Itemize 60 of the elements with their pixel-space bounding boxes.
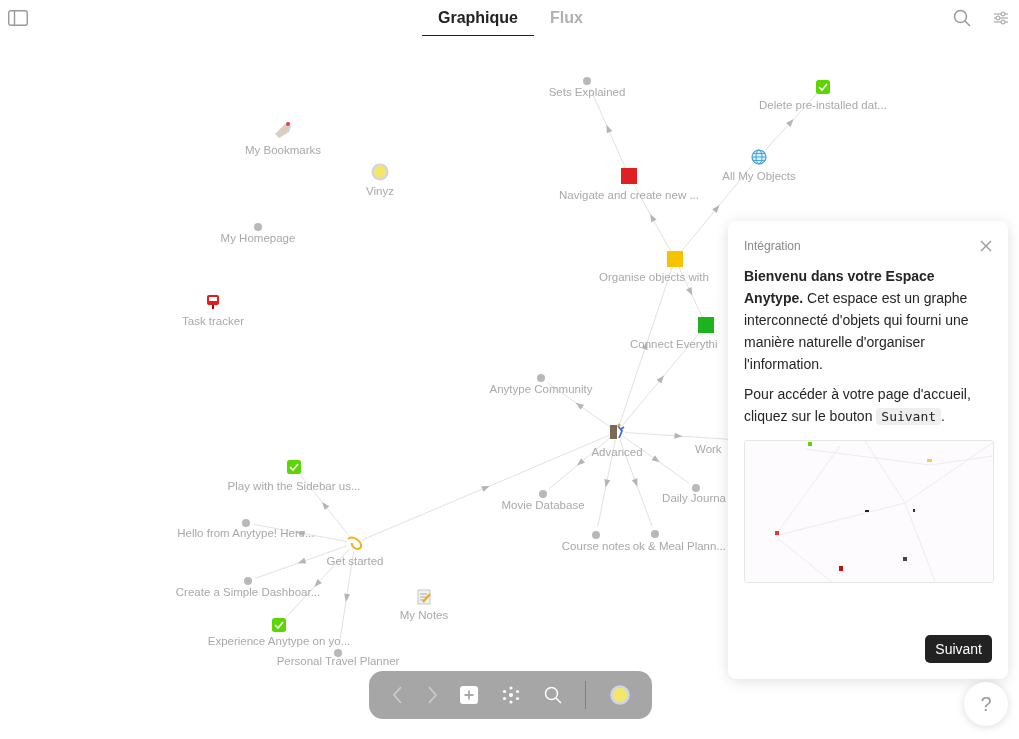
globe-icon[interactable]	[751, 149, 767, 165]
node-label: Daily Journa	[662, 492, 726, 504]
node-label: Course notes	[561, 540, 631, 552]
node-label: Anytype Community	[489, 383, 593, 395]
node-label: Sets Explained	[548, 86, 626, 98]
node-label: Delete pre-installed dat...	[759, 99, 887, 111]
node-label: Hello from Anytype! Here...	[177, 527, 315, 539]
graph-icon[interactable]	[501, 686, 520, 704]
node-label: Task tracker	[182, 315, 244, 327]
graph-node[interactable]	[539, 490, 547, 498]
add-icon[interactable]	[460, 686, 479, 704]
node-label: Organise objects with	[599, 271, 709, 283]
sidebar-toggle-icon[interactable]	[8, 10, 28, 26]
node-label: Personal Travel Planner	[276, 655, 400, 667]
view-tab[interactable]: Graphique	[422, 0, 534, 36]
node-label: Movie Database	[501, 499, 585, 511]
swirl-icon[interactable]	[347, 536, 363, 550]
graph-node[interactable]	[334, 649, 342, 657]
node-label: My Homepage	[220, 232, 296, 244]
notepad-icon[interactable]	[417, 589, 431, 605]
bookmark-icon[interactable]	[275, 122, 291, 138]
checked-box-icon[interactable]	[816, 80, 830, 94]
square-icon[interactable]	[667, 251, 683, 267]
graph-node[interactable]	[592, 531, 600, 539]
mailbox-icon[interactable]	[207, 295, 219, 309]
next-button[interactable]: Suivant	[925, 635, 992, 663]
checked-box-icon[interactable]	[272, 618, 286, 632]
search-icon[interactable]	[543, 686, 562, 704]
climber-icon[interactable]	[610, 423, 625, 439]
node-label: Create a Simple Dashboar...	[175, 586, 321, 598]
intro-text: Bienvenu dans votre Espace Anytype. Cet espace est un graphe interconnecté d'objets qui fourni une manière naturelle d'organiser l'information.	[744, 267, 970, 374]
node-label: Work	[695, 443, 722, 455]
close-icon[interactable]	[980, 240, 992, 252]
avatar-icon[interactable]	[371, 163, 389, 181]
node-label: ok & Meal Plann...	[632, 540, 726, 552]
graph-node[interactable]	[583, 77, 591, 85]
graph-node[interactable]	[651, 530, 659, 538]
avatar-icon[interactable]	[609, 685, 630, 705]
checked-box-icon[interactable]	[287, 460, 301, 474]
panel-title: Intégration	[744, 239, 801, 253]
square-icon[interactable]	[621, 168, 637, 184]
graph-node[interactable]	[692, 484, 700, 492]
settings-icon[interactable]	[993, 10, 1009, 26]
node-label: My Bookmarks	[245, 144, 321, 156]
node-label: Advanced	[591, 446, 643, 458]
hint-text: Pour accéder à votre page d'accueil, cliquez sur le bouton Suivant .	[744, 385, 972, 427]
graph-node[interactable]	[537, 374, 545, 382]
node-label: Vinyz	[366, 185, 394, 197]
node-label: All My Objects	[722, 170, 796, 182]
square-icon[interactable]	[698, 317, 714, 333]
node-label: Experience Anytype on yo...	[207, 635, 351, 647]
node-label: My Notes	[399, 609, 449, 621]
node-label: Play with the Sidebar us...	[227, 480, 361, 492]
node-label: Get started	[326, 555, 384, 567]
graph-node[interactable]	[244, 577, 252, 585]
graph-node[interactable]	[254, 223, 262, 231]
graph-node[interactable]	[242, 519, 250, 527]
node-label: Navigate and create new ...	[559, 189, 699, 201]
node-label: Connect Everythi	[630, 338, 718, 350]
search-icon[interactable]	[953, 9, 971, 27]
